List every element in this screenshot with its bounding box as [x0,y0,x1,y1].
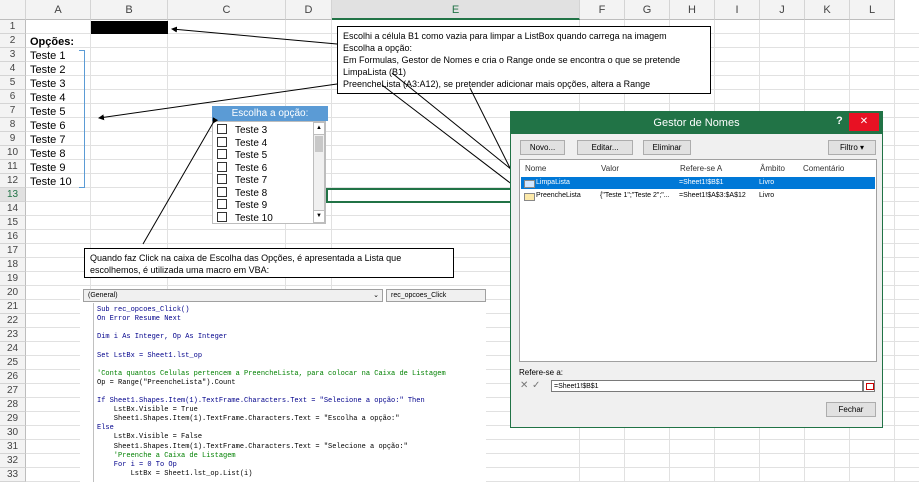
code-line[interactable]: Else [97,424,114,433]
col-header-name[interactable]: Nome [525,164,546,173]
refers-label: Refere-se a: [519,368,564,377]
code-line[interactable]: Dim i As Integer, Op As Integer [97,333,227,342]
code-line[interactable]: LstBx.Visible = True [97,406,198,415]
procedure-dropdown-value: rec_opcoes_Click [391,292,447,299]
arrow-to-b1 [171,26,338,45]
name-row-scope: Livro [759,192,775,199]
col-header-scope[interactable]: Âmbito [760,164,785,173]
cancel-icon[interactable]: ✕ [520,380,528,391]
close-button[interactable]: Fechar [826,402,876,417]
collapse-dialog-icon[interactable] [863,380,875,392]
name-tag-icon [524,193,535,201]
name-row-name: PreencheLista [536,192,581,199]
arrow-to-listbox [381,84,523,193]
new-button[interactable]: Novo... [520,140,565,155]
code-line[interactable]: On Error Resume Next [97,315,181,324]
delete-button[interactable]: Eliminar [643,140,691,155]
arrow-to-a7 [98,83,338,121]
edit-button[interactable]: Editar... [577,140,633,155]
code-margin [83,303,94,482]
code-line[interactable]: 'Conta quantos Celulas pertencem a Preen… [97,370,446,379]
code-line[interactable]: LstBx = Sheet1.lst_op.List(i) [97,470,253,479]
code-line[interactable]: Set LstBx = Sheet1.lst_op [97,352,202,361]
check-icon[interactable]: ✓ [532,380,540,391]
code-line[interactable]: 'Preenche a Caixa de Listagem [97,452,236,461]
name-row-refers: =Sheet1!$B$1 [679,179,724,186]
arrow-to-listbox-header [142,117,219,245]
object-dropdown[interactable]: (General) ⌄ [83,289,383,302]
code-line[interactable]: Sheet1.Shapes.Item(1).TextFrame.Characte… [97,415,400,424]
name-row-refers: =Sheet1!$A$3:$A$12 [679,192,746,199]
vba-editor[interactable]: (General) ⌄ rec_opcoes_Click Sub rec_opc… [80,289,486,482]
code-line[interactable]: LstBx.Visible = False [97,433,202,442]
code-line[interactable]: Sub rec_opcoes_Click() [97,306,189,315]
procedure-dropdown[interactable]: rec_opcoes_Click [386,289,486,302]
name-row-value: {"Teste 1";"Teste 2";"... [600,192,670,199]
name-row-scope: Livro [759,179,775,186]
help-icon[interactable]: ? [836,115,843,127]
refers-input[interactable]: =Sheet1!$B$1 [551,380,863,392]
filter-button[interactable]: Filtro ▾ [828,140,876,155]
names-list[interactable]: Nome Valor Refere-se A Âmbito Comentário… [519,159,877,362]
code-line[interactable]: If Sheet1.Shapes.Item(1).TextFrame.Chara… [97,397,425,406]
code-line[interactable]: Sheet1.Shapes.Item(1).TextFrame.Characte… [97,443,408,452]
name-row[interactable]: PreencheLista {"Teste 1";"Teste 2";"... =S… [521,190,875,202]
arrow-to-limpalista [391,72,523,179]
object-dropdown-value: (General) [88,292,118,299]
chevron-down-icon: ⌄ [373,292,379,299]
name-manager-dialog: Gestor de Nomes ? ✕ Novo... Editar... El… [510,111,883,428]
refers-input-value: =Sheet1!$B$1 [554,383,599,390]
name-row-name: LimpaLista [536,179,570,186]
name-row[interactable]: LimpaLista =Sheet1!$B$1 Livro [521,177,875,189]
close-icon[interactable]: ✕ [849,113,879,131]
dialog-title: Gestor de Nomes [511,112,882,134]
col-header-value[interactable]: Valor [601,164,619,173]
col-header-comment[interactable]: Comentário [803,164,844,173]
name-tag-icon [524,180,535,188]
col-header-refers[interactable]: Refere-se A [680,164,722,173]
code-line[interactable]: Op = Range("PreencheLista").Count [97,379,236,388]
code-line[interactable]: For i = 0 To Op [97,461,177,470]
